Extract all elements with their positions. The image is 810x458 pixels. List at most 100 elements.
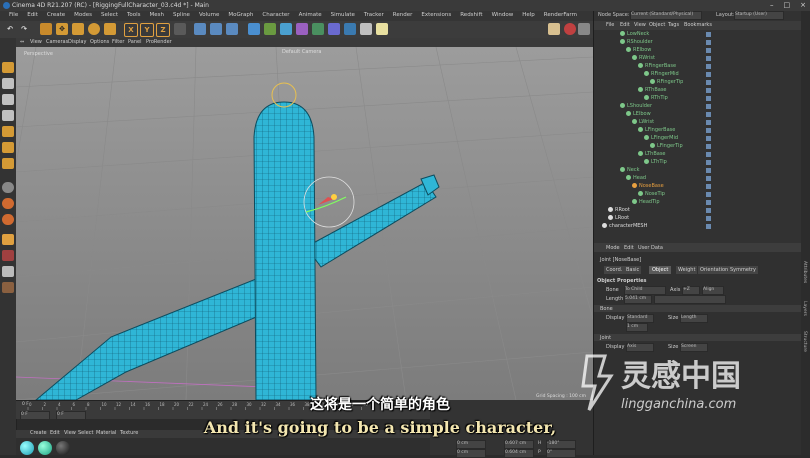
length-slider[interactable] bbox=[654, 295, 726, 304]
object-tree-row[interactable]: RFingerTip bbox=[650, 79, 683, 87]
tab-weight[interactable]: Weight bbox=[676, 266, 698, 274]
material-menu-edit[interactable]: Edit bbox=[50, 430, 60, 436]
tab-orientation[interactable]: Orientation bbox=[698, 266, 731, 274]
tweak-mode-icon[interactable] bbox=[2, 198, 14, 209]
object-tree-row[interactable]: RRoot bbox=[608, 207, 630, 215]
tab-coord[interactable]: Coord. bbox=[604, 266, 625, 274]
cube-object-icon[interactable] bbox=[248, 23, 260, 35]
menu-file[interactable]: File bbox=[9, 12, 18, 21]
object-tag-icon[interactable] bbox=[706, 176, 711, 181]
field-icon[interactable] bbox=[328, 23, 340, 35]
tab-object[interactable]: Object bbox=[649, 266, 672, 274]
object-tree-row[interactable]: NoseBase bbox=[632, 183, 664, 191]
undo-icon[interactable]: ↶ bbox=[4, 23, 16, 35]
selected-joint-marker[interactable] bbox=[331, 194, 337, 200]
bone-scale-field[interactable]: 1 cm bbox=[626, 323, 648, 332]
menu-render[interactable]: Render bbox=[393, 12, 413, 21]
object-tag-icon[interactable] bbox=[706, 168, 711, 173]
object-tag-icon[interactable] bbox=[706, 224, 711, 229]
object-tree-row[interactable]: NoseTip bbox=[638, 191, 665, 199]
viewport-menu-filter[interactable]: Filter bbox=[112, 39, 124, 45]
object-tag-icon[interactable] bbox=[706, 96, 711, 101]
object-tag-icon[interactable] bbox=[706, 104, 711, 109]
render-view-icon[interactable] bbox=[194, 23, 206, 35]
material-swatch-teal[interactable] bbox=[38, 441, 52, 455]
object-tree-row[interactable]: LShoulder bbox=[620, 103, 652, 111]
object-tree-row[interactable]: LElbow bbox=[626, 111, 651, 119]
menu-redshift[interactable]: Redshift bbox=[460, 12, 482, 21]
menu-help[interactable]: Help bbox=[522, 12, 535, 21]
om-menu-file[interactable]: File bbox=[606, 22, 614, 28]
move-icon[interactable]: ✥ bbox=[56, 23, 68, 35]
menu-simulate[interactable]: Simulate bbox=[331, 12, 355, 21]
bone-display-dropdown[interactable]: Standard bbox=[626, 314, 654, 323]
align-button[interactable]: Align bbox=[702, 286, 724, 295]
object-tree-row[interactable]: LFingerTip bbox=[650, 143, 683, 151]
bone-dropdown[interactable]: To Child bbox=[624, 286, 666, 295]
make-editable-icon[interactable] bbox=[2, 62, 14, 73]
object-tag-icon[interactable] bbox=[706, 80, 711, 85]
object-tag-icon[interactable] bbox=[706, 192, 711, 197]
tab-basic[interactable]: Basic bbox=[624, 266, 642, 274]
object-tree-row[interactable]: LThBase bbox=[638, 151, 666, 159]
object-tag-icon[interactable] bbox=[706, 160, 711, 165]
menu-extensions[interactable]: Extensions bbox=[421, 12, 451, 21]
side-tab-structure[interactable]: Structure bbox=[802, 331, 807, 352]
object-tree-row[interactable]: LFingerBase bbox=[638, 127, 675, 135]
viewport-menu-options[interactable]: Options bbox=[90, 39, 109, 45]
perspective-viewport[interactable]: Perspective Default Camera Grid Spacing … bbox=[16, 47, 593, 400]
viewport-menu-display[interactable]: Display bbox=[68, 39, 86, 45]
viewport-menu-cameras[interactable]: Cameras bbox=[46, 39, 68, 45]
environment-icon[interactable] bbox=[344, 23, 356, 35]
object-tag-icon[interactable] bbox=[706, 112, 711, 117]
paint-icon[interactable] bbox=[2, 282, 14, 293]
object-tag-icon[interactable] bbox=[706, 72, 711, 77]
lock-workplane-icon[interactable] bbox=[2, 250, 14, 261]
coord-position-x[interactable]: 0 cm bbox=[456, 440, 486, 449]
menu-tools[interactable]: Tools bbox=[127, 12, 141, 21]
redo-icon[interactable]: ↷ bbox=[18, 23, 30, 35]
object-tree-row[interactable]: RShoulder bbox=[620, 39, 653, 47]
viewport-menu-prorender[interactable]: ProRender bbox=[146, 39, 172, 45]
joint-section-bar[interactable]: Joint bbox=[594, 334, 801, 341]
object-tag-icon[interactable] bbox=[706, 184, 711, 189]
live-selection-icon[interactable] bbox=[40, 23, 52, 35]
minimize-button[interactable]: – bbox=[770, 1, 774, 9]
menu-spline[interactable]: Spline bbox=[173, 12, 190, 21]
om-menu-edit[interactable]: Edit bbox=[620, 22, 630, 28]
redshift-material-icon[interactable] bbox=[564, 23, 576, 35]
menu-edit[interactable]: Edit bbox=[27, 12, 38, 21]
polygons-mode-icon[interactable] bbox=[2, 158, 14, 169]
object-tag-icon[interactable] bbox=[706, 40, 711, 45]
camera-icon[interactable] bbox=[360, 23, 372, 35]
object-tree-row[interactable]: LThTip bbox=[644, 159, 667, 167]
object-tree-row[interactable]: LFingerMid bbox=[644, 135, 678, 143]
object-tree-row[interactable]: LWrist bbox=[632, 119, 654, 127]
attr-menu-mode[interactable]: Mode bbox=[606, 245, 620, 251]
object-tree-row[interactable]: LRoot bbox=[608, 215, 629, 223]
menu-mesh[interactable]: Mesh bbox=[150, 12, 164, 21]
object-tree-row[interactable]: HeadTip bbox=[632, 199, 660, 207]
scale-icon[interactable] bbox=[72, 23, 84, 35]
axis-mode-icon[interactable] bbox=[2, 182, 14, 193]
workplane-mode-icon[interactable] bbox=[2, 110, 14, 121]
menu-character[interactable]: Character bbox=[262, 12, 289, 21]
coord-position-y[interactable]: 0 cm bbox=[456, 449, 486, 458]
menu-animate[interactable]: Animate bbox=[299, 12, 322, 21]
attr-menu-edit[interactable]: Edit bbox=[624, 245, 634, 251]
length-field[interactable]: 5.041 cm bbox=[624, 295, 652, 304]
material-menu-select[interactable]: Select bbox=[78, 430, 93, 436]
points-mode-icon[interactable] bbox=[2, 126, 14, 137]
light-icon[interactable] bbox=[376, 23, 388, 35]
axis-x-button[interactable]: X bbox=[124, 23, 138, 37]
rotate-icon[interactable] bbox=[88, 23, 100, 35]
material-menu-view[interactable]: View bbox=[64, 430, 76, 436]
material-menu-texture[interactable]: Texture bbox=[120, 430, 138, 436]
object-tree-row[interactable]: RElbow bbox=[626, 47, 651, 55]
snap-icon[interactable] bbox=[2, 214, 14, 225]
subdivision-surface-icon[interactable] bbox=[280, 23, 292, 35]
render-settings-icon[interactable] bbox=[226, 23, 238, 35]
axis-y-button[interactable]: Y bbox=[140, 23, 154, 37]
om-menu-tags[interactable]: Tags bbox=[668, 22, 679, 28]
axis-dropdown[interactable]: +Z bbox=[682, 286, 700, 295]
